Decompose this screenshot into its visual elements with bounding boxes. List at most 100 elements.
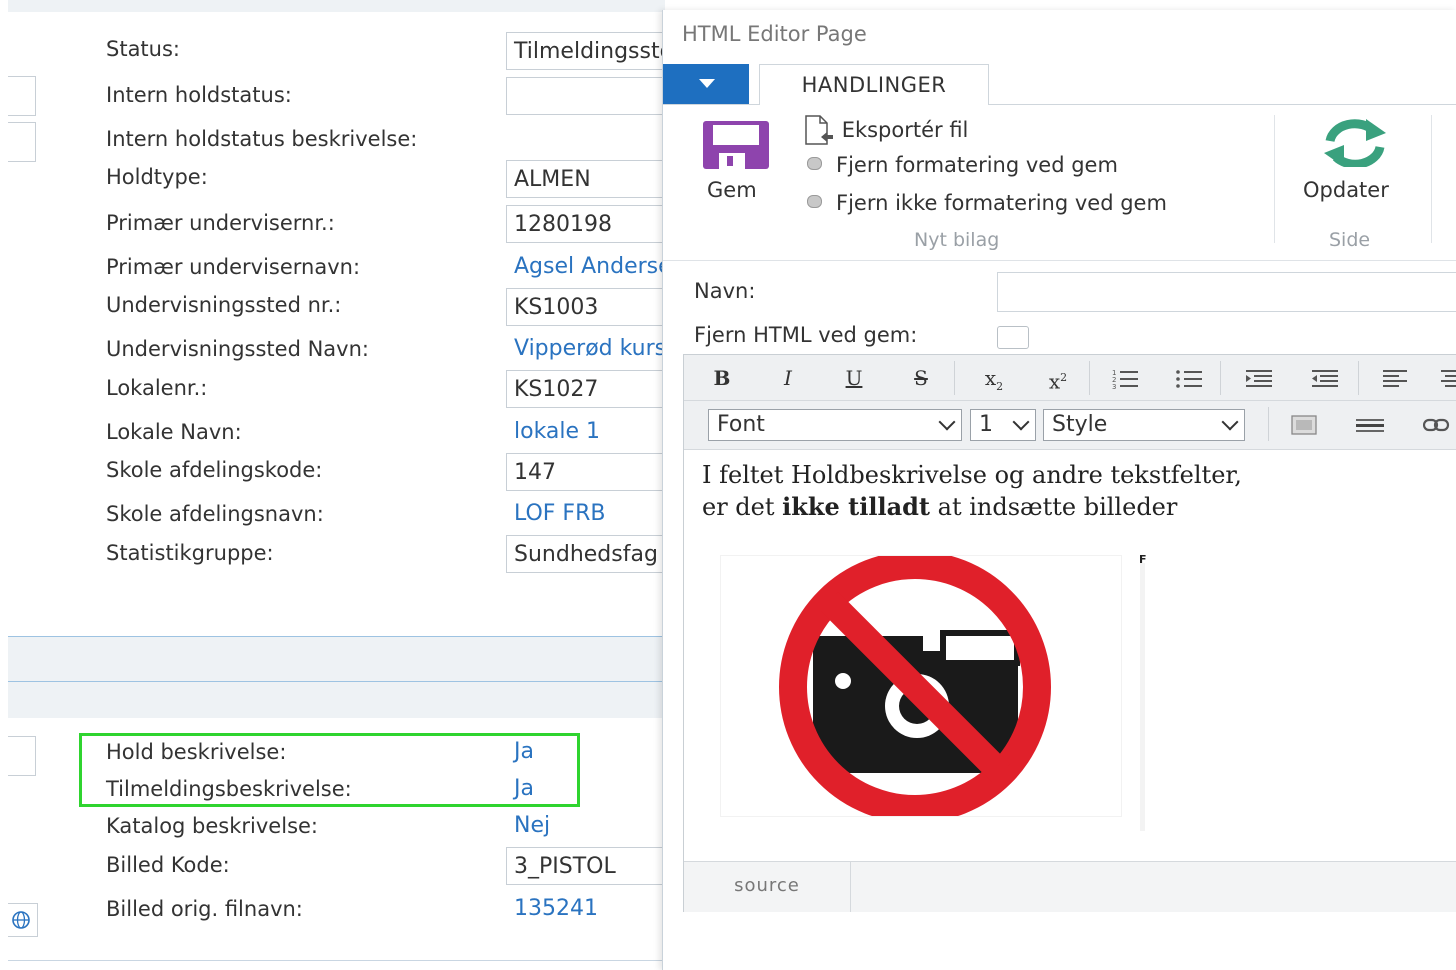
toolbar-separator xyxy=(1089,361,1090,395)
refresh-button-label: Opdater xyxy=(1303,178,1389,202)
remove-formatting-option[interactable]: Fjern formatering ved gem xyxy=(807,153,1118,177)
outdent-button[interactable] xyxy=(1306,363,1346,393)
bold-button[interactable]: B xyxy=(702,363,742,393)
toolbar-separator xyxy=(954,361,955,395)
field-link-tilmeldingsbeskrivelse[interactable]: Ja xyxy=(514,776,534,801)
editor-content[interactable]: I feltet Holdbeskrivelse og andre tekstf… xyxy=(702,459,1456,523)
globe-icon xyxy=(12,911,30,929)
ordered-list-button[interactable]: 1 2 3 xyxy=(1106,363,1146,393)
name-input[interactable] xyxy=(997,272,1456,312)
insert-link-button[interactable] xyxy=(1418,409,1456,439)
name-label: Navn: xyxy=(694,279,756,303)
italic-button[interactable]: I xyxy=(768,363,808,393)
field-link-katalog-beskrivelse[interactable]: Nej xyxy=(514,813,550,838)
outdent-icon xyxy=(1312,370,1338,387)
chevron-down-icon xyxy=(1221,413,1239,431)
tab-handlinger[interactable]: HANDLINGER xyxy=(759,64,989,105)
font-select[interactable]: Font xyxy=(708,409,962,441)
field-label-billed-kode: Billed Kode: xyxy=(106,853,230,877)
indent-button[interactable] xyxy=(1240,363,1280,393)
ribbon: Gem Eksportér fil Fjern formatering ved … xyxy=(663,105,1456,261)
field-value-lokalenr[interactable]: KS1027 xyxy=(506,370,676,408)
align-left-button[interactable] xyxy=(1376,363,1416,393)
html-editor-dialog: HTML Editor Page HANDLINGER Gem Eksporté… xyxy=(662,10,1456,970)
field-label-intern-holdstatus: Intern holdstatus: xyxy=(106,83,292,107)
field-label-lokale-navn: Lokale Navn: xyxy=(106,420,242,444)
field-link-lokale-navn[interactable]: lokale 1 xyxy=(514,419,600,444)
field-link-skole-afdelingsnavn[interactable]: LOF FRB xyxy=(514,501,605,526)
field-value-primaer-undervisernr[interactable]: 1280198 xyxy=(506,205,676,243)
field-value-status[interactable]: Tilmeldingsstop xyxy=(506,32,676,70)
top-band xyxy=(8,0,665,12)
font-size-select[interactable]: 1 xyxy=(970,409,1036,441)
strip-html-checkbox[interactable] xyxy=(997,326,1029,349)
section-header-bar xyxy=(8,637,665,681)
subscript-button[interactable]: x2 xyxy=(974,363,1014,393)
section-header-bar xyxy=(8,682,665,718)
toolbar-separator xyxy=(1220,361,1221,395)
strikethrough-button[interactable]: S xyxy=(901,363,941,393)
align-left-icon xyxy=(1383,370,1407,387)
style-select[interactable]: Style xyxy=(1043,409,1245,441)
insert-image-button[interactable] xyxy=(1284,409,1324,439)
field-label-tilmeldingsbeskrivelse: Tilmeldingsbeskrivelse: xyxy=(106,777,352,801)
export-file-label: Eksportér fil xyxy=(841,118,969,142)
content-line-2-end: at indsætte billeder xyxy=(930,493,1178,521)
superscript-button[interactable]: x2 xyxy=(1038,363,1078,394)
field-value-intern-holdstatus[interactable] xyxy=(506,77,676,115)
field-value-statistikgruppe[interactable]: Sundhedsfag xyxy=(506,535,676,573)
field-label-skole-afdelingskode: Skole afdelingskode: xyxy=(106,458,323,482)
field-value-skole-afdelingskode[interactable]: 147 xyxy=(506,453,676,491)
keep-formatting-label: Fjern ikke formatering ved gem xyxy=(836,191,1167,215)
field-label-undervisningssted-nr: Undervisningssted nr.: xyxy=(106,293,342,317)
ordered-list-icon: 1 2 3 xyxy=(1112,369,1138,391)
left-stub-control[interactable] xyxy=(8,122,36,162)
content-line-1: I feltet Holdbeskrivelse og andre tekstf… xyxy=(702,461,1242,489)
field-value-undervisningssted-nr[interactable]: KS1003 xyxy=(506,288,676,326)
toolbar-separator xyxy=(1358,361,1359,395)
keep-formatting-option[interactable]: Fjern ikke formatering ved gem xyxy=(807,191,1167,215)
align-center-button[interactable] xyxy=(1434,363,1456,393)
content-line-2-start: er det xyxy=(702,493,783,521)
field-value-billed-kode[interactable]: 3_PISTOL xyxy=(506,847,676,885)
left-stub-control[interactable] xyxy=(8,736,36,776)
ribbon-menu-button[interactable] xyxy=(663,64,749,104)
save-button[interactable]: Gem xyxy=(693,113,783,203)
field-link-primaer-undervisernavn[interactable]: Agsel Andersen xyxy=(514,254,686,279)
horizontal-rule-button[interactable] xyxy=(1350,409,1390,439)
refresh-icon xyxy=(1324,119,1386,167)
rich-text-editor: B I U S x2 x2 1 2 3 Font 1 Style I felte… xyxy=(683,354,1456,912)
globe-button[interactable] xyxy=(8,903,38,937)
editor-footer: source xyxy=(684,861,1456,912)
image-resize-handle[interactable] xyxy=(1140,563,1145,831)
ribbon-separator xyxy=(1431,115,1432,243)
export-file-button[interactable]: Eksportér fil xyxy=(803,115,968,145)
field-label-lokalenr: Lokalenr.: xyxy=(106,376,208,400)
source-tab[interactable]: source xyxy=(684,862,851,912)
field-link-hold-beskrivelse[interactable]: Ja xyxy=(514,739,534,764)
field-label-undervisningssted-navn: Undervisningssted Navn: xyxy=(106,337,369,361)
field-label-statistikgruppe: Statistikgruppe: xyxy=(106,541,274,565)
section-divider xyxy=(8,960,665,961)
font-select-value: Font xyxy=(717,412,765,437)
field-label-intern-holdstatus-beskrivelse: Intern holdstatus beskrivelse: xyxy=(106,127,418,151)
indent-icon xyxy=(1246,370,1272,387)
align-center-icon xyxy=(1441,370,1456,387)
field-link-billed-orig-filnavn[interactable]: 135241 xyxy=(514,896,598,921)
content-line-2-bold: ikke tilladt xyxy=(782,492,931,521)
no-photography-image[interactable] xyxy=(720,551,1122,823)
unordered-list-icon xyxy=(1176,370,1202,388)
field-label-primaer-undervisernavn: Primær undervisernavn: xyxy=(106,255,361,279)
left-stub-control[interactable] xyxy=(8,76,36,116)
underline-button[interactable]: U xyxy=(834,363,874,393)
chevron-down-icon xyxy=(938,413,956,431)
field-label-katalog-beskrivelse: Katalog beskrivelse: xyxy=(106,814,318,838)
dialog-title: HTML Editor Page xyxy=(682,22,867,46)
refresh-button[interactable]: Opdater xyxy=(1293,113,1418,205)
field-label-status: Status: xyxy=(106,37,180,61)
radio-icon xyxy=(807,195,822,208)
link-icon xyxy=(1422,418,1450,432)
field-label-skole-afdelingsnavn: Skole afdelingsnavn: xyxy=(106,502,324,526)
unordered-list-button[interactable] xyxy=(1170,363,1210,393)
field-value-holdtype[interactable]: ALMEN xyxy=(506,160,676,198)
